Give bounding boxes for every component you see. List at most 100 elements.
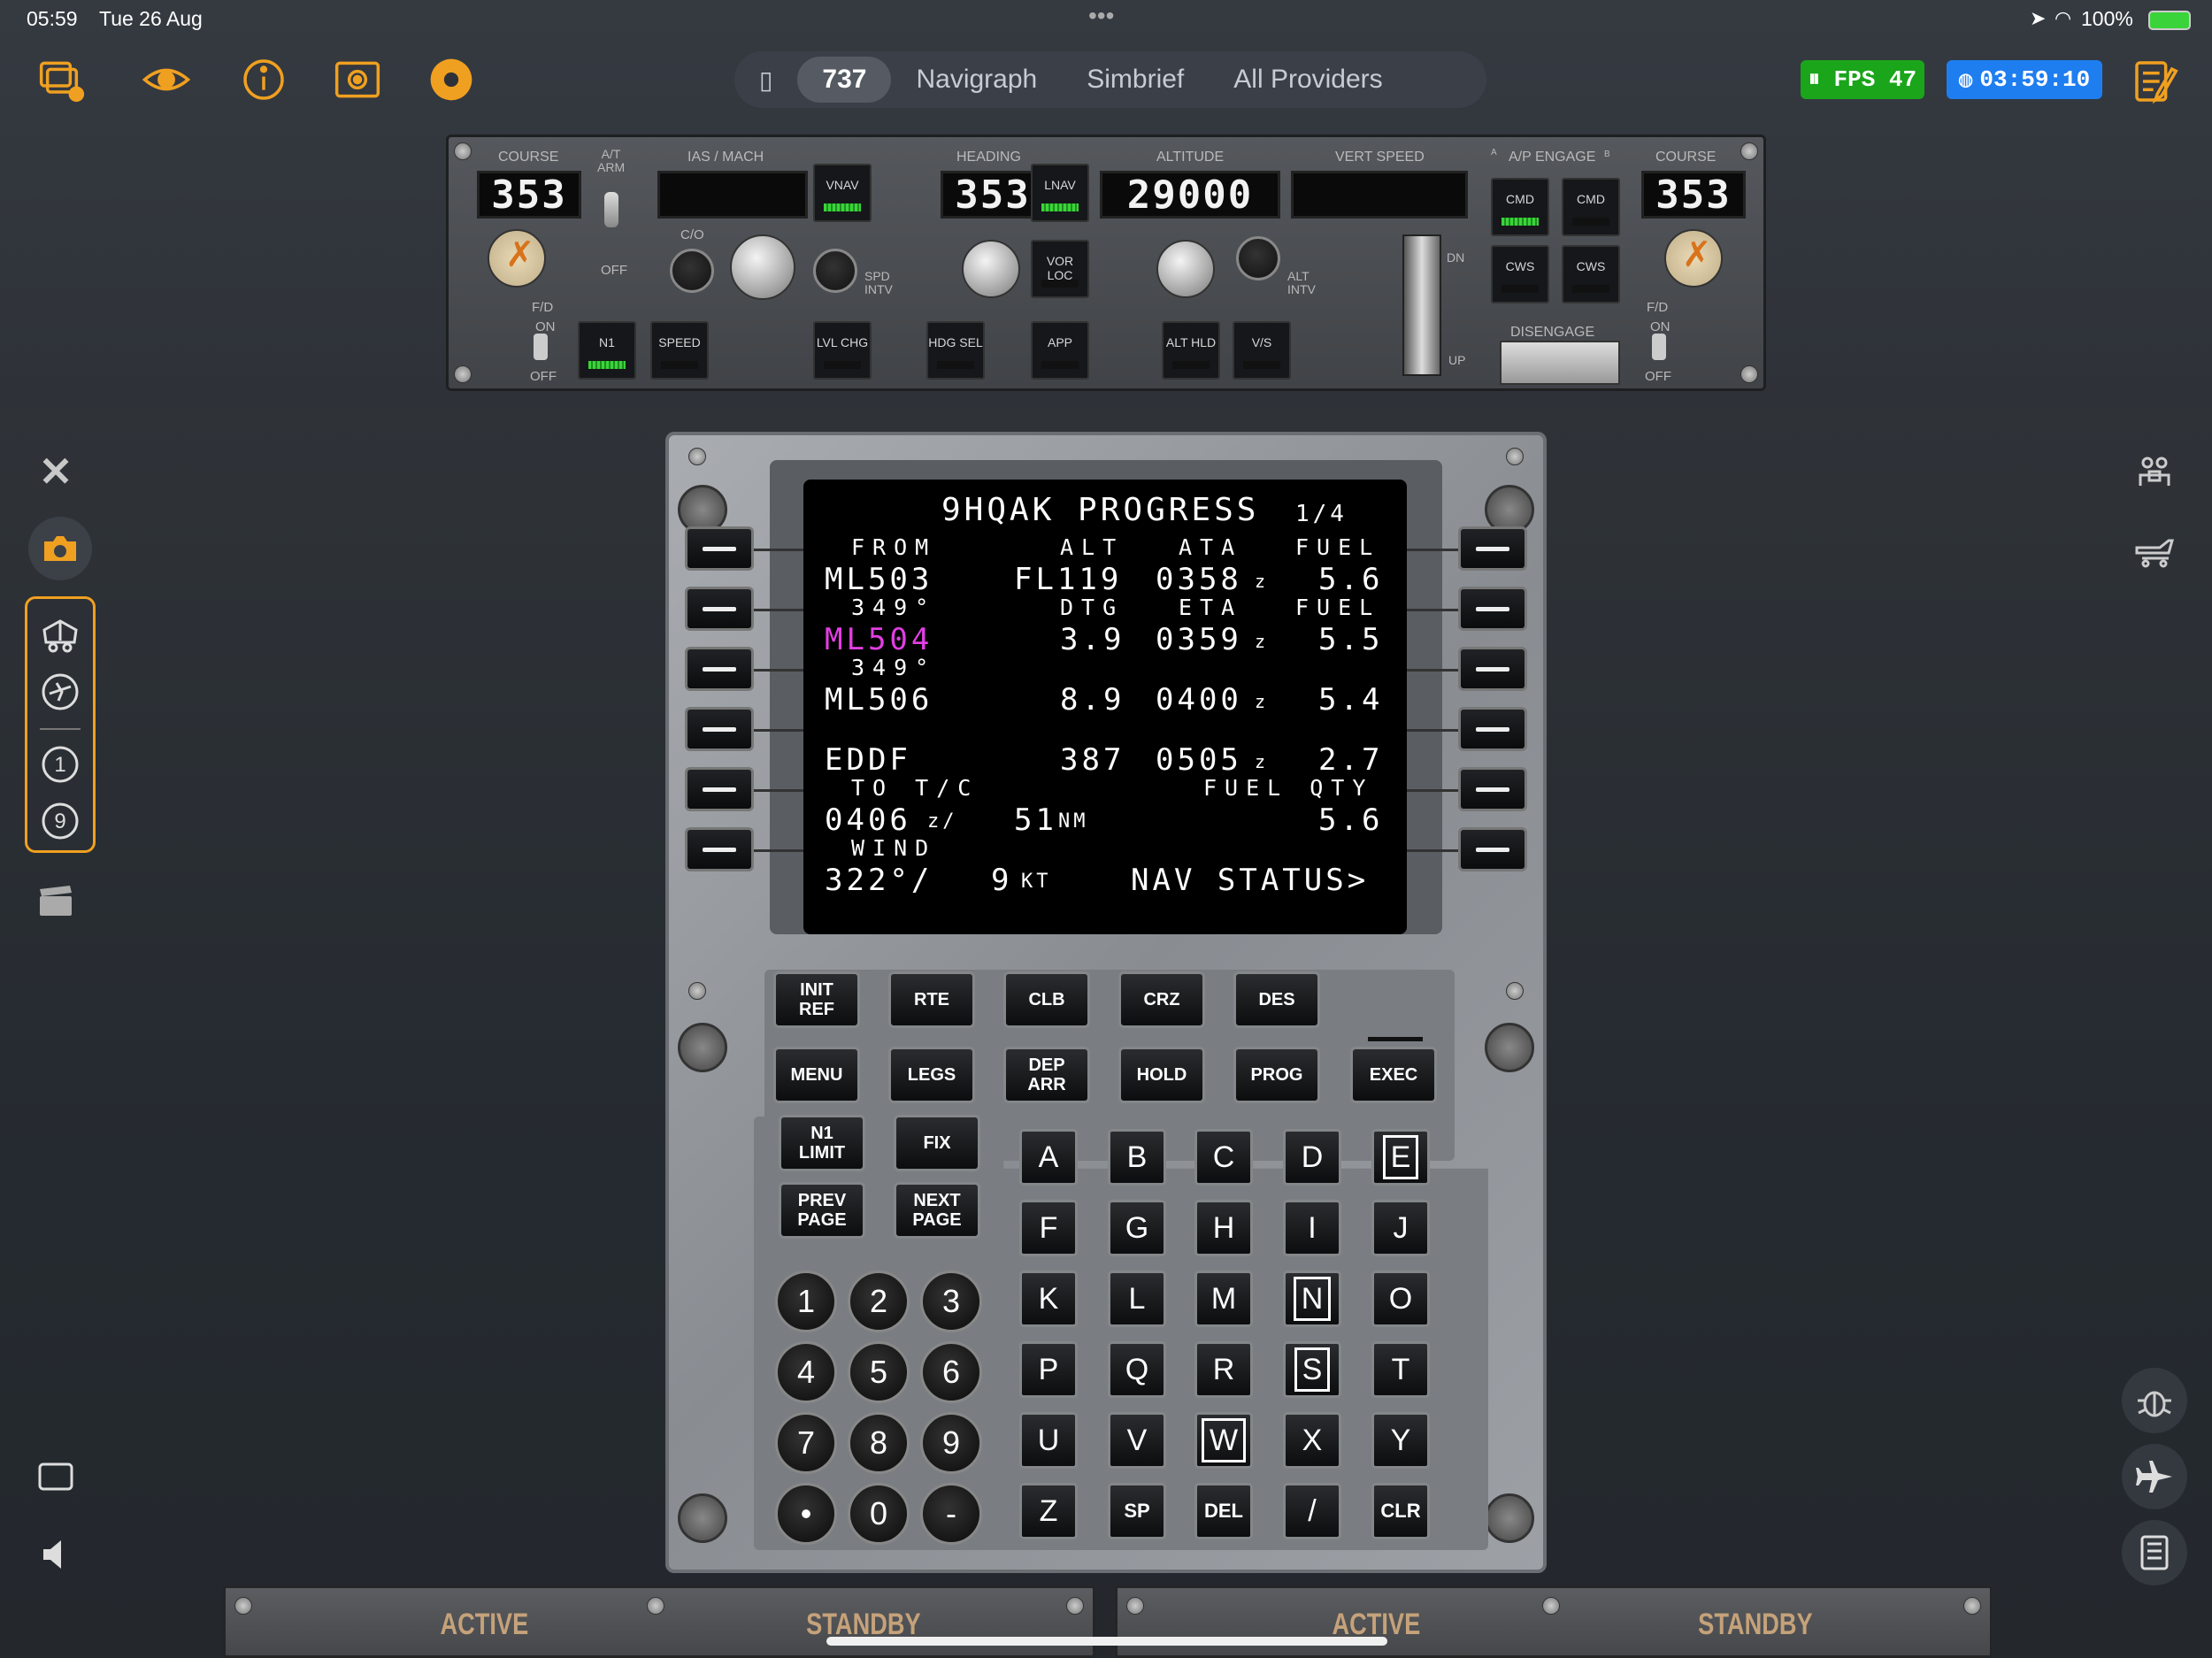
fd-right-switch[interactable] xyxy=(1652,334,1666,360)
course-right-knob[interactable]: ✗ xyxy=(1664,229,1723,288)
key-c[interactable]: C xyxy=(1194,1129,1253,1186)
bug-report-button[interactable] xyxy=(2122,1368,2187,1433)
key-sp[interactable]: SP xyxy=(1108,1483,1166,1539)
key-v[interactable]: V xyxy=(1108,1412,1166,1469)
lsk-right-6[interactable] xyxy=(1458,827,1527,871)
lsk-left-3[interactable] xyxy=(685,647,754,691)
key-u[interactable]: U xyxy=(1019,1412,1078,1469)
eye-icon[interactable] xyxy=(142,55,191,104)
n1-button[interactable]: N1 xyxy=(578,321,636,380)
multitask-dots[interactable]: ••• xyxy=(1088,2,1114,30)
key-m[interactable]: M xyxy=(1194,1270,1253,1327)
key-next-page[interactable]: NEXT PAGE xyxy=(894,1182,980,1239)
key-menu[interactable]: MENU xyxy=(773,1047,860,1103)
key-exec[interactable]: EXEC xyxy=(1350,1047,1437,1103)
key-init-ref[interactable]: INIT REF xyxy=(773,971,860,1028)
speed-button[interactable]: SPEED xyxy=(650,321,709,380)
key-e[interactable]: E xyxy=(1371,1129,1430,1186)
key-des[interactable]: DES xyxy=(1233,971,1320,1028)
heading-knob[interactable] xyxy=(962,240,1020,298)
key-r[interactable]: R xyxy=(1194,1341,1253,1398)
key-a[interactable]: A xyxy=(1019,1129,1078,1186)
key-4[interactable]: 4 xyxy=(775,1341,837,1403)
lsk-left-6[interactable] xyxy=(685,827,754,871)
spd-intv-button[interactable] xyxy=(813,249,857,293)
record-icon[interactable] xyxy=(426,55,476,104)
key-clr[interactable]: CLR xyxy=(1371,1483,1430,1539)
key-slash[interactable]: / xyxy=(1283,1483,1341,1539)
key-prog[interactable]: PROG xyxy=(1233,1047,1320,1103)
cockpit-view-icon[interactable] xyxy=(31,606,89,664)
key-l[interactable]: L xyxy=(1108,1270,1166,1327)
info-icon[interactable] xyxy=(239,55,288,104)
keypad-button[interactable] xyxy=(2122,1520,2187,1585)
key-2[interactable]: 2 xyxy=(848,1270,910,1332)
key-prev-page[interactable]: PREV PAGE xyxy=(779,1182,865,1239)
camera-button[interactable] xyxy=(28,517,92,580)
xplane-logo-icon[interactable]: ✕ xyxy=(27,442,85,501)
key-dep-arr[interactable]: DEP ARR xyxy=(1003,1047,1090,1103)
cws-a-button[interactable]: CWS xyxy=(1491,245,1549,303)
key-p[interactable]: P xyxy=(1019,1341,1078,1398)
sidebar-toggle-icon[interactable]: ▯ xyxy=(734,57,797,103)
key-0[interactable]: 0 xyxy=(848,1483,910,1545)
speed-knob[interactable] xyxy=(730,234,795,300)
hdg-sel-button[interactable]: HDG SEL xyxy=(926,321,985,380)
airplane-circle-icon[interactable] xyxy=(31,663,89,721)
key-1[interactable]: 1 xyxy=(775,1270,837,1332)
key-minus[interactable]: - xyxy=(920,1483,982,1545)
key-x[interactable]: X xyxy=(1283,1412,1341,1469)
clapperboard-icon[interactable] xyxy=(27,871,85,929)
tab-737[interactable]: 737 xyxy=(797,57,892,103)
lsk-right-5[interactable] xyxy=(1458,767,1527,811)
lsk-left-1[interactable] xyxy=(685,526,754,571)
cws-b-button[interactable]: CWS xyxy=(1562,245,1620,303)
tab-all-providers[interactable]: All Providers xyxy=(1209,57,1407,103)
key-j[interactable]: J xyxy=(1371,1200,1430,1256)
speaker-icon[interactable] xyxy=(27,1525,85,1584)
copilot-icon[interactable] xyxy=(2125,442,2184,501)
key-n[interactable]: N xyxy=(1283,1270,1341,1327)
key-rte[interactable]: RTE xyxy=(888,971,975,1028)
lvl-chg-button[interactable]: LVL CHG xyxy=(813,321,872,380)
key-crz[interactable]: CRZ xyxy=(1118,971,1205,1028)
lsk-left-2[interactable] xyxy=(685,587,754,631)
cmd-a-button[interactable]: CMD xyxy=(1491,178,1549,236)
lsk-left-4[interactable] xyxy=(685,707,754,751)
key-9[interactable]: 9 xyxy=(920,1412,982,1474)
tablet-icon[interactable] xyxy=(27,1447,85,1506)
key-z[interactable]: Z xyxy=(1019,1483,1078,1539)
key-5[interactable]: 5 xyxy=(848,1341,910,1403)
alt-hld-button[interactable]: ALT HLD xyxy=(1162,321,1220,380)
key-f[interactable]: F xyxy=(1019,1200,1078,1256)
key-k[interactable]: K xyxy=(1019,1270,1078,1327)
key-t[interactable]: T xyxy=(1371,1341,1430,1398)
vor-loc-button[interactable]: VOR LOC xyxy=(1031,240,1089,298)
key-q[interactable]: Q xyxy=(1108,1341,1166,1398)
app-button[interactable]: APP xyxy=(1031,321,1089,380)
key-8[interactable]: 8 xyxy=(848,1412,910,1474)
key-i[interactable]: I xyxy=(1283,1200,1341,1256)
co-button[interactable] xyxy=(670,249,714,293)
key-clb[interactable]: CLB xyxy=(1003,971,1090,1028)
cmd-b-button[interactable]: CMD xyxy=(1562,178,1620,236)
view-9-icon[interactable]: 9 xyxy=(31,792,89,850)
view-1-icon[interactable]: 1 xyxy=(31,735,89,794)
key-6[interactable]: 6 xyxy=(920,1341,982,1403)
lsk-right-3[interactable] xyxy=(1458,647,1527,691)
pushback-icon[interactable] xyxy=(2125,520,2184,579)
lsk-right-1[interactable] xyxy=(1458,526,1527,571)
key-hold[interactable]: HOLD xyxy=(1118,1047,1205,1103)
key-d[interactable]: D xyxy=(1283,1129,1341,1186)
altitude-knob[interactable] xyxy=(1156,240,1215,298)
course-left-knob[interactable]: ✗ xyxy=(488,229,546,288)
key-s[interactable]: S xyxy=(1283,1341,1341,1398)
key-b[interactable]: B xyxy=(1108,1129,1166,1186)
home-indicator[interactable] xyxy=(826,1637,1387,1646)
lnav-button[interactable]: LNAV xyxy=(1031,164,1089,222)
lsk-right-2[interactable] xyxy=(1458,587,1527,631)
key-legs[interactable]: LEGS xyxy=(888,1047,975,1103)
at-arm-switch[interactable] xyxy=(604,192,618,227)
aircraft-button[interactable] xyxy=(2122,1444,2187,1509)
sim-clock[interactable]: ◍ 03:59:10 xyxy=(1947,60,2102,99)
